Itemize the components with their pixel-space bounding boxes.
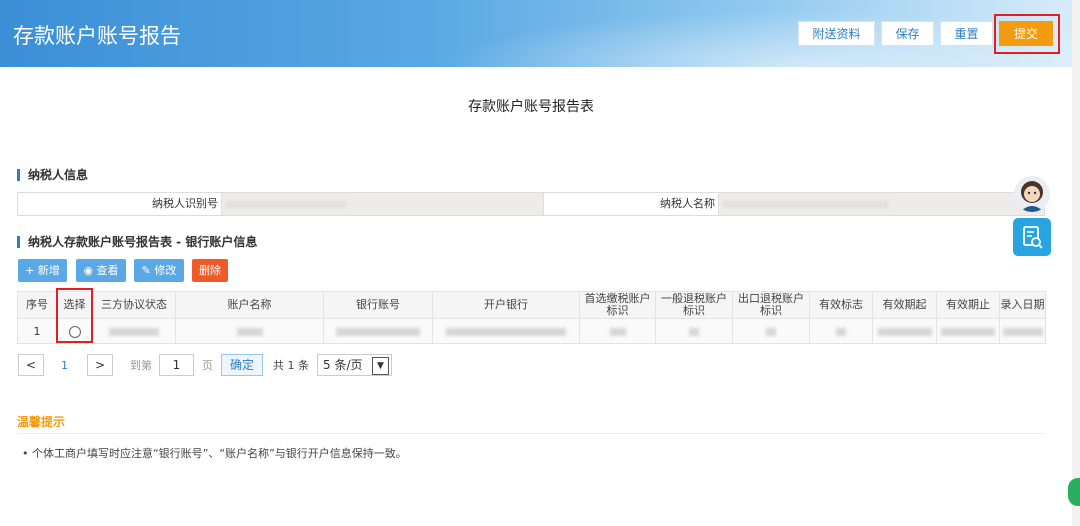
document-search-icon[interactable] (1013, 218, 1051, 256)
app-title: 存款账户账号报告 (13, 24, 181, 48)
delete-button[interactable]: 删除 (192, 259, 228, 282)
column-header: 首选缴税账户标识 (579, 291, 656, 319)
page-scrollbar[interactable] (1072, 0, 1080, 526)
redacted-cell (323, 318, 433, 344)
bank-section-title: 纳税人存款账户账号报告表 - 银行账户信息 (17, 236, 257, 248)
page-size-select[interactable]: 5 条/页 ▼ (317, 354, 392, 376)
tips-title: 温馨提示 (17, 415, 66, 429)
redacted-cell (432, 318, 580, 344)
view-button[interactable]: ◉ 查看 (76, 259, 126, 282)
divider (17, 433, 1045, 434)
redacted-text (723, 201, 888, 208)
column-header: 账户名称 (175, 291, 324, 319)
tips-text: • 个体工商户填写时应注意“银行账号”、“账户名称”与银行开户信息保持一致。 (22, 447, 407, 460)
page-title: 存款账户账号报告表 (468, 99, 594, 115)
column-header: 一般退税账户标识 (655, 291, 733, 319)
table-row[interactable]: 1 (17, 318, 1046, 344)
redacted-cell (175, 318, 324, 344)
page-number-input[interactable]: 1 (159, 354, 194, 376)
app-header: 存款账户账号报告 附送资料 保存 重置 提交 (0, 0, 1072, 67)
taxpayer-info-table: 纳税人识别号 纳税人名称 (17, 192, 1045, 216)
column-header: 有效期起 (872, 291, 937, 319)
redacted-cell (936, 318, 1000, 344)
column-header: 出口退税账户标识 (732, 291, 810, 319)
redacted-cell (732, 318, 810, 344)
current-page[interactable]: 1 (61, 354, 68, 377)
column-header: 银行账号 (323, 291, 433, 319)
floating-widget-icon[interactable] (1068, 478, 1080, 506)
view-button-label: 查看 (96, 264, 119, 277)
next-page-button[interactable]: > (87, 354, 113, 376)
row-index: 1 (17, 318, 57, 344)
column-header: 有效标志 (809, 291, 873, 319)
taxpayer-section-title: 纳税人信息 (17, 169, 88, 181)
pencil-icon: ✎ (141, 264, 151, 277)
taxpayer-id-label: 纳税人识别号 (18, 193, 221, 215)
add-button[interactable]: + 新增 (18, 259, 67, 282)
taxpayer-name-value (718, 193, 1044, 215)
taxpayer-name-label: 纳税人名称 (544, 193, 718, 215)
total-count: 共 1 条 (273, 359, 309, 372)
column-header: 开户银行 (432, 291, 580, 319)
redacted-cell (999, 318, 1046, 344)
page-size-value: 5 条/页 (323, 358, 363, 372)
goto-label: 到第 (130, 359, 152, 372)
page-unit-label: 页 (202, 359, 213, 372)
redacted-cell (809, 318, 873, 344)
redacted-cell (579, 318, 656, 344)
eye-icon: ◉ (83, 264, 94, 277)
select-column-highlight-box (56, 288, 93, 343)
edit-button-label: 修改 (154, 264, 177, 277)
redacted-cell (92, 318, 176, 344)
chevron-down-icon[interactable]: ▼ (372, 357, 389, 375)
save-button[interactable]: 保存 (881, 21, 934, 46)
assistant-avatar-icon[interactable] (1014, 176, 1050, 212)
redacted-text (226, 201, 346, 208)
prev-page-button[interactable]: < (18, 354, 44, 376)
column-header: 序号 (17, 291, 57, 319)
edit-button[interactable]: ✎ 修改 (134, 259, 184, 282)
table-header-row: 序号 选择 三方协议状态 账户名称 银行账号 开户银行 首选缴税账户标识 一般退… (17, 291, 1046, 319)
column-header: 三方协议状态 (92, 291, 176, 319)
goto-confirm-button[interactable]: 确定 (221, 354, 263, 376)
bank-account-table: 序号 选择 三方协议状态 账户名称 银行账号 开户银行 首选缴税账户标识 一般退… (17, 291, 1046, 344)
redacted-cell (872, 318, 937, 344)
redacted-cell (655, 318, 733, 344)
taxpayer-id-value (221, 193, 544, 215)
column-header: 录入日期 (999, 291, 1046, 319)
attach-documents-button[interactable]: 附送资料 (798, 21, 875, 46)
reset-button[interactable]: 重置 (940, 21, 993, 46)
submit-highlight-box (994, 14, 1060, 54)
column-header: 有效期止 (936, 291, 1000, 319)
